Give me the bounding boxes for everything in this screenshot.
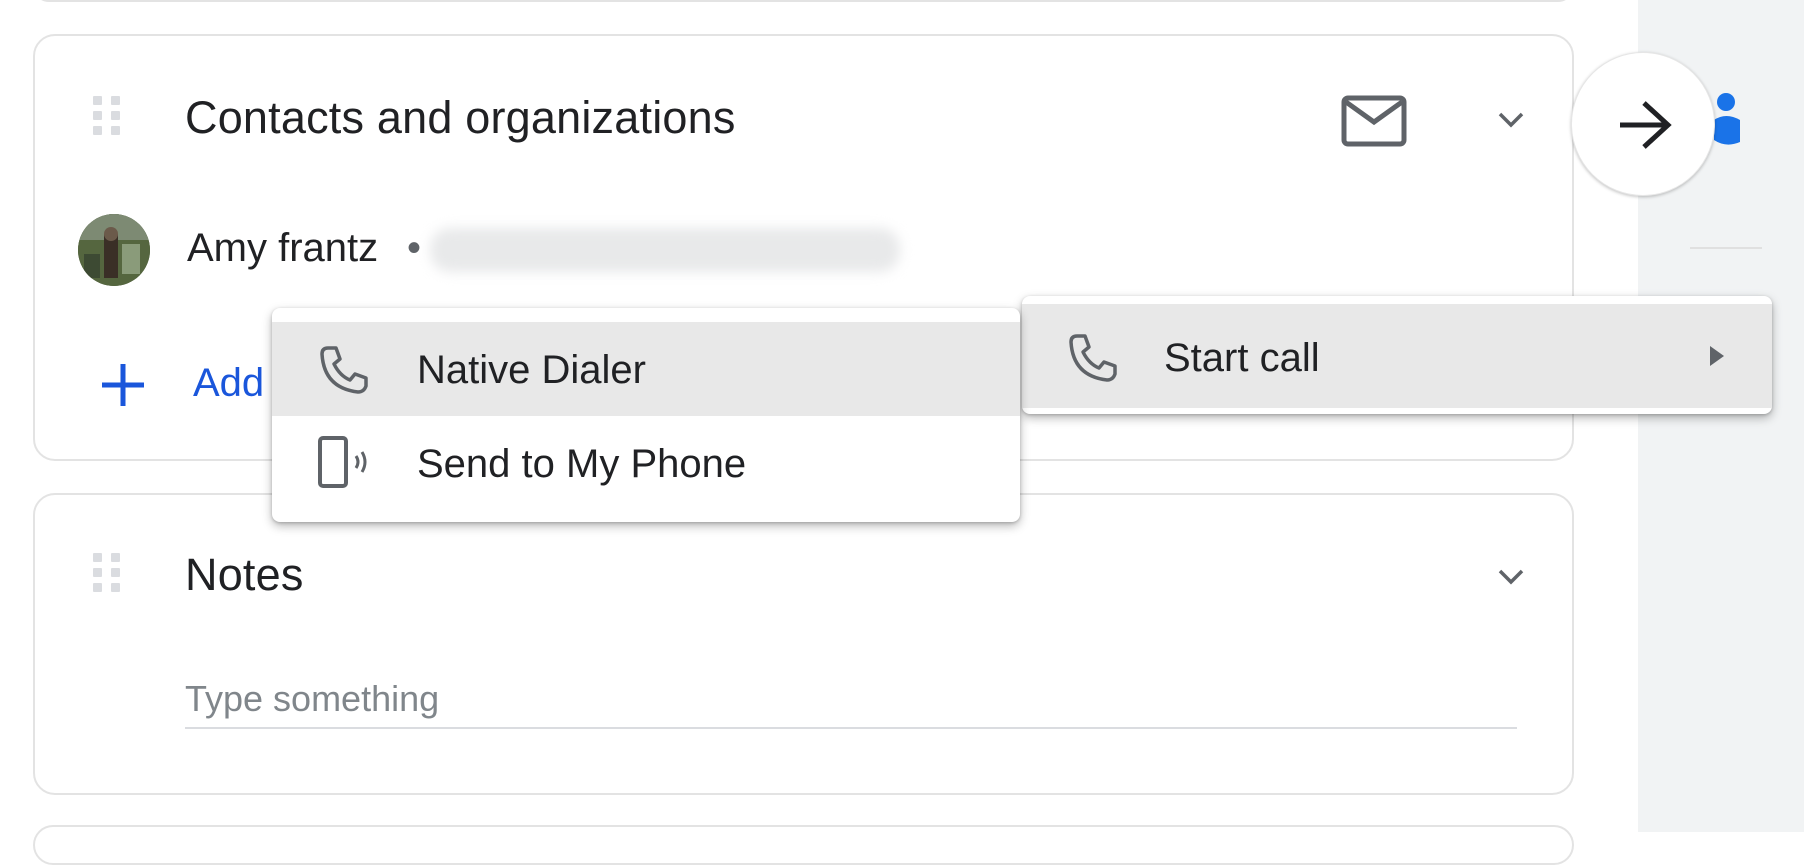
plus-icon[interactable] [98, 360, 148, 410]
chevron-down-icon[interactable] [1495, 561, 1527, 593]
phone-icon [320, 346, 368, 394]
notes-field [185, 675, 1517, 729]
menu-item-native-dialer[interactable]: Native Dialer [272, 322, 1020, 416]
notes-card-title: Notes [185, 549, 304, 600]
contacts-card-title: Contacts and organizations [185, 92, 736, 143]
context-menu: Start call [1022, 296, 1772, 414]
menu-item-label: Send to My Phone [417, 442, 747, 486]
open-contact-button[interactable] [1571, 52, 1715, 196]
contact-name[interactable]: Amy frantz [187, 226, 378, 271]
submenu-arrow-icon [1710, 346, 1724, 366]
add-contact-button[interactable]: Add [193, 361, 264, 406]
drag-handle-icon[interactable] [93, 96, 121, 136]
arrow-right-icon [1620, 101, 1672, 149]
menu-item-send-to-my-phone[interactable]: Send to My Phone [272, 416, 1020, 510]
avatar[interactable] [78, 214, 150, 286]
drag-handle-icon[interactable] [93, 553, 121, 593]
next-card [33, 825, 1574, 865]
mail-icon[interactable] [1340, 92, 1408, 148]
contacts-app-icon[interactable] [1712, 90, 1742, 145]
phone-icon [1069, 334, 1117, 382]
phone-send-icon [318, 436, 367, 488]
notes-input[interactable] [185, 675, 1517, 723]
contact-separator: • [407, 226, 422, 270]
menu-item-label: Start call [1164, 336, 1320, 380]
previous-card [33, 0, 1574, 2]
side-panel-divider [1690, 247, 1762, 249]
chevron-down-icon[interactable] [1495, 104, 1527, 136]
contact-email-redacted [430, 228, 900, 272]
notes-card: Notes [33, 493, 1574, 795]
menu-item-label: Native Dialer [417, 348, 646, 392]
menu-item-start-call[interactable]: Start call [1022, 304, 1772, 408]
call-submenu: Native Dialer Send to My Phone [272, 308, 1020, 522]
